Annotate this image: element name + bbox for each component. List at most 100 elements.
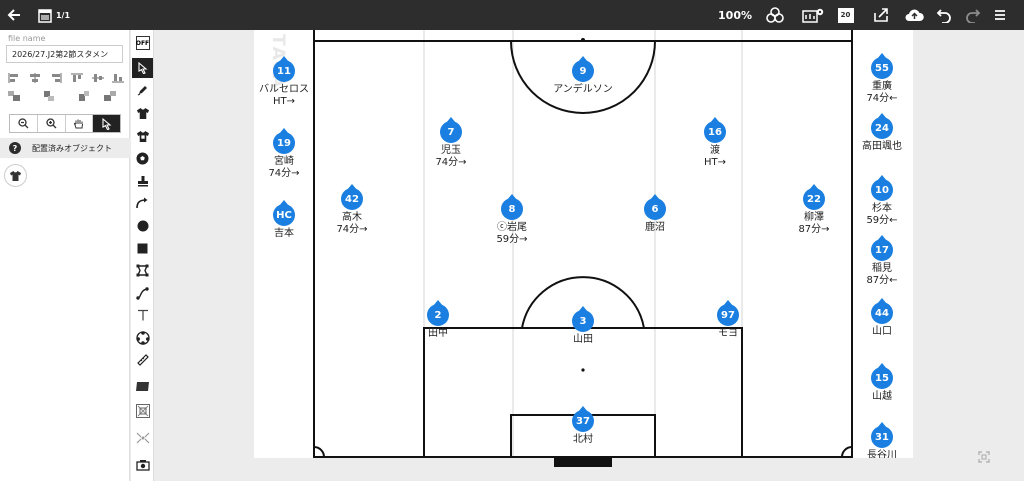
player-marker-badge: 17 <box>871 235 893 261</box>
send-back-icon[interactable] <box>104 91 116 101</box>
shapes-icon[interactable] <box>765 0 785 30</box>
player-name: 稲見 <box>872 263 892 274</box>
stamp-icon[interactable] <box>132 171 153 191</box>
player-marker[interactable]: 55 重廣 74分← <box>852 53 912 105</box>
player-marker[interactable]: 10 杉本 59分← <box>852 175 912 227</box>
file-name-field[interactable] <box>6 45 123 63</box>
player-marker[interactable]: 11 バルセロス HT→ <box>254 56 314 108</box>
hand-pan-icon[interactable] <box>66 115 94 132</box>
player-marker[interactable]: 3 山田 <box>553 306 613 346</box>
player-marker[interactable]: 37 北村 <box>553 406 613 446</box>
polygon-shape-icon[interactable] <box>132 260 153 280</box>
page-counter: 1/1 <box>55 10 71 20</box>
substitution-note: 74分→ <box>435 157 467 168</box>
align-middle-icon[interactable] <box>92 73 104 83</box>
player-name: 長谷川 <box>867 450 897 458</box>
align-right-icon[interactable] <box>50 73 62 83</box>
player-marker[interactable]: 9 アンデルソン <box>553 56 613 96</box>
toggle-off-label: OFF <box>135 36 150 50</box>
player-group-icon[interactable] <box>132 376 153 396</box>
circle-shape-icon[interactable] <box>132 216 153 236</box>
curved-arrow-icon[interactable] <box>132 193 153 213</box>
help-icon[interactable]: ? <box>9 142 21 154</box>
placed-objects-header[interactable]: ? 配置済みオブジェクト <box>0 138 130 158</box>
player-marker[interactable]: 19 宮崎 74分→ <box>254 128 314 180</box>
player-marker[interactable]: 22 柳澤 87分→ <box>784 184 844 236</box>
undo-icon[interactable] <box>935 0 953 30</box>
settings-icon[interactable] <box>801 0 824 30</box>
player-marker-badge: 11 <box>273 56 295 82</box>
formation-icon[interactable] <box>132 328 153 348</box>
bring-forward-icon[interactable] <box>43 91 55 101</box>
player-number: 7 <box>440 121 462 143</box>
player-marker[interactable]: 16 渡 HT→ <box>685 117 745 169</box>
player-marker-badge: 19 <box>273 128 295 154</box>
arrows-template-icon[interactable] <box>132 428 153 448</box>
text-tool-icon[interactable] <box>132 305 153 325</box>
player-marker[interactable]: HC 吉本 <box>254 200 314 240</box>
select-pointer-icon[interactable] <box>132 58 153 78</box>
align-bottom-icon[interactable] <box>112 73 124 83</box>
bring-front-icon[interactable] <box>8 91 20 101</box>
camera-icon[interactable] <box>132 455 153 475</box>
calendar-icon[interactable] <box>37 0 52 30</box>
align-center-h-icon[interactable] <box>29 73 41 83</box>
player-number: 2 <box>427 304 449 326</box>
player-number: 44 <box>871 302 893 324</box>
pointer-icon[interactable] <box>93 115 120 132</box>
fit-screen-icon[interactable] <box>978 448 990 463</box>
player-marker-badge: 2 <box>427 300 449 326</box>
cloud-upload-icon[interactable] <box>904 0 924 30</box>
substitution-note: 87分→ <box>798 224 830 235</box>
send-backward-icon[interactable] <box>78 91 90 101</box>
player-number: 42 <box>341 188 363 210</box>
share-icon[interactable] <box>872 0 889 30</box>
redo-icon[interactable] <box>964 0 982 30</box>
player-name: 山口 <box>872 326 892 337</box>
player-marker[interactable]: 2 田中 <box>408 300 468 340</box>
substitution-note: 74分→ <box>336 224 368 235</box>
line-tool-icon[interactable] <box>132 283 153 303</box>
player-marker[interactable]: 24 高田颯也 <box>852 113 912 153</box>
back-arrow-icon[interactable] <box>6 0 22 30</box>
goalkeeper-shirt-icon[interactable] <box>132 126 153 146</box>
substitution-note: HT→ <box>703 157 726 168</box>
player-number: 31 <box>871 426 893 448</box>
player-number: 17 <box>871 239 893 261</box>
number-badge[interactable]: 20 <box>837 0 854 30</box>
align-top-icon[interactable] <box>71 73 83 83</box>
player-marker[interactable]: 6 鹿沼 <box>625 194 685 234</box>
pen-icon[interactable] <box>132 80 153 100</box>
zoom-out-icon[interactable] <box>10 115 38 132</box>
player-marker-badge: 10 <box>871 175 893 201</box>
player-number: 19 <box>273 132 295 154</box>
shirt-icon[interactable] <box>132 103 153 123</box>
player-name: 重廣 <box>872 81 892 92</box>
player-name: 鹿沼 <box>645 222 665 233</box>
number-badge-label: 20 <box>837 7 854 23</box>
player-marker[interactable]: 15 山越 <box>852 363 912 403</box>
player-marker-badge: 55 <box>871 53 893 79</box>
player-number: 6 <box>644 198 666 220</box>
toggle-off-icon[interactable]: OFF <box>132 33 153 53</box>
align-left-icon[interactable] <box>8 73 20 83</box>
player-marker[interactable]: 17 稲見 87分← <box>852 235 912 287</box>
shirt-object-item[interactable] <box>4 164 27 187</box>
substitution-note: 59分← <box>866 215 898 226</box>
ball-icon[interactable] <box>132 148 153 168</box>
menu-icon[interactable] <box>993 0 1007 30</box>
zoom-in-icon[interactable] <box>38 115 66 132</box>
zoom-level[interactable]: 100% <box>718 0 752 30</box>
player-number: 8 <box>501 198 523 220</box>
player-marker[interactable]: 97 モヨ <box>698 300 758 340</box>
rectangle-shape-icon[interactable] <box>132 238 153 258</box>
tactics-board-canvas[interactable]: ТАСА 9アンデルソン7児玉74分→16渡HT→42高木74分→8ⓒ岩尾59分… <box>254 30 913 458</box>
ruler-icon[interactable] <box>132 350 153 370</box>
player-marker[interactable]: 7 児玉 74分→ <box>421 117 481 169</box>
player-marker[interactable]: 44 山口 <box>852 298 912 338</box>
player-marker[interactable]: 8 ⓒ岩尾 59分→ <box>482 194 542 246</box>
pitch-template-icon[interactable] <box>132 401 153 421</box>
player-marker[interactable]: 31 長谷川 <box>852 422 912 458</box>
player-marker[interactable]: 42 高木 74分→ <box>322 184 382 236</box>
player-number: HC <box>273 204 295 226</box>
